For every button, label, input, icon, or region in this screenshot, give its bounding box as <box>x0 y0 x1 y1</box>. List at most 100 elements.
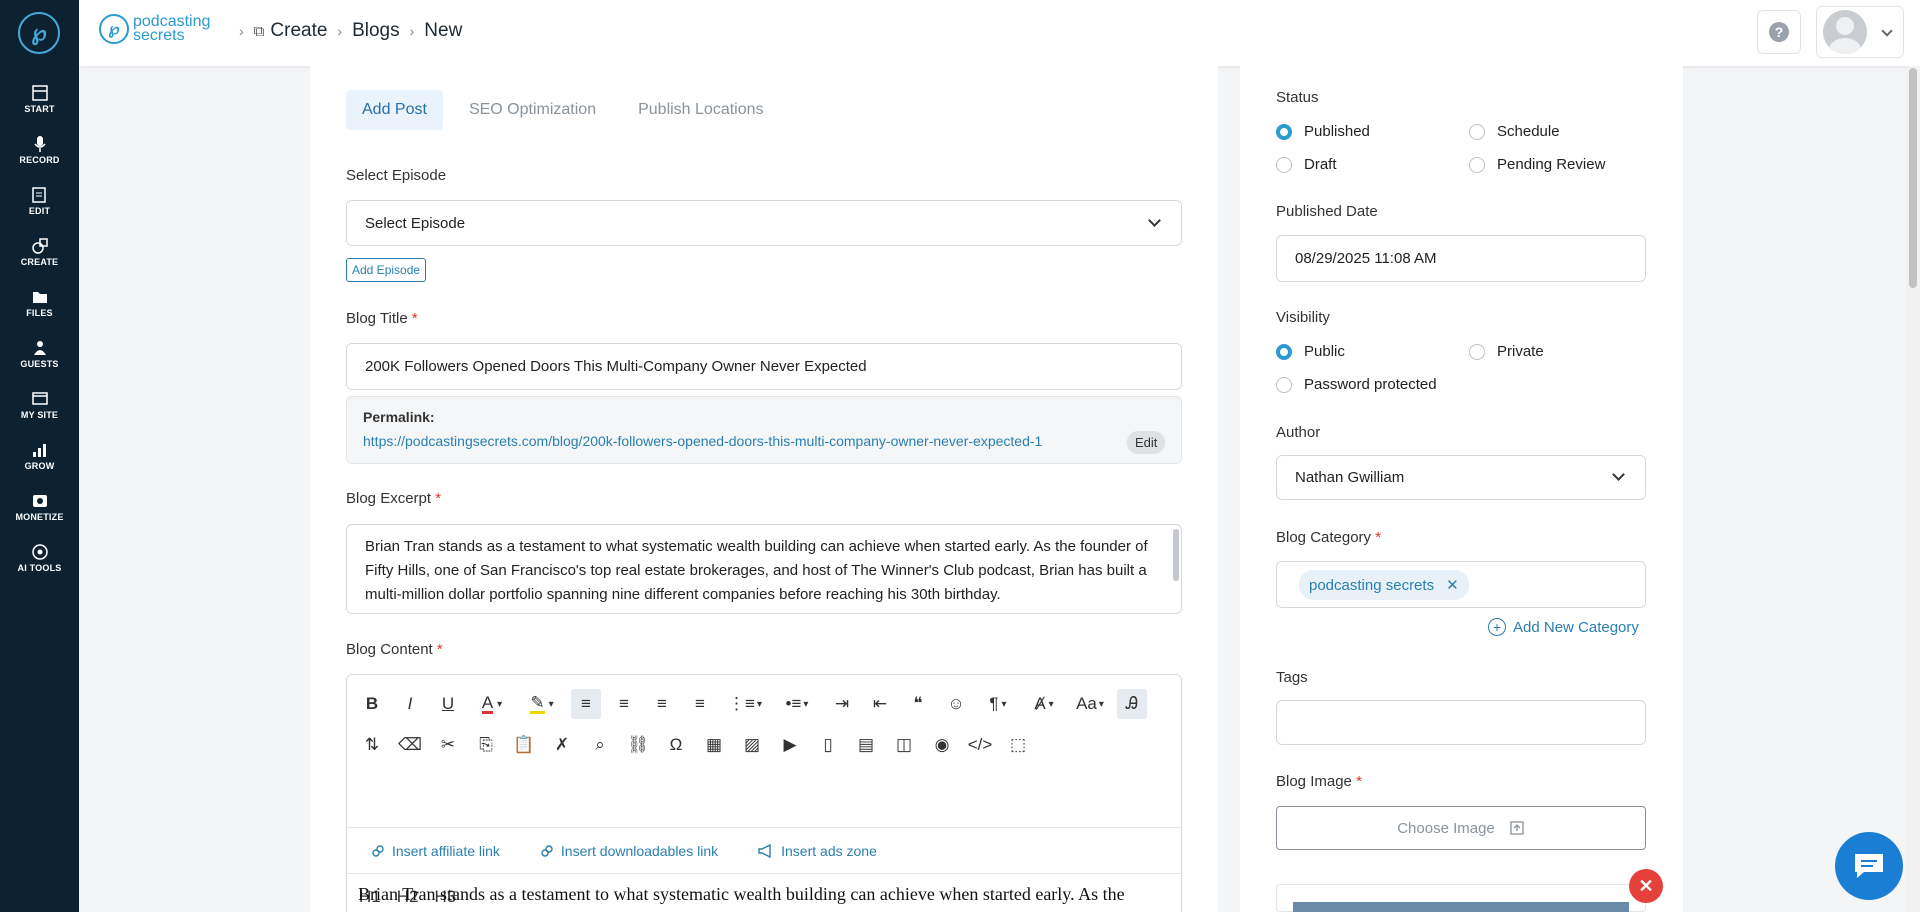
sidebar-item-mysite[interactable]: MY SITE <box>0 390 79 420</box>
bold-icon[interactable]: B <box>357 689 387 719</box>
user-menu-button[interactable] <box>1816 6 1904 58</box>
sidebar-item-create[interactable]: CREATE <box>0 237 79 267</box>
preview-eye-icon[interactable]: ◉ <box>927 730 957 760</box>
file-icon[interactable]: ▯ <box>813 730 843 760</box>
editor-insert-links: Insert affiliate link Insert downloadabl… <box>347 827 1181 873</box>
add-episode-button[interactable]: Add Episode <box>346 258 427 282</box>
paragraph-style-icon[interactable]: Ⱥ ▾ <box>1025 689 1063 719</box>
editor-toolbar-row-1: B I U A ▾ ✎ ▾ ≡ ≡ ≡ ≡ ⋮≡ ▾ •≡ ▾ ⇥ ⇤ ❝ ☺ ¶ ▾ Ⱥ… <box>357 689 1155 719</box>
embed-icon[interactable]: ◫ <box>889 730 919 760</box>
scrollbar-thumb[interactable] <box>1909 68 1917 288</box>
author-select[interactable]: Nathan Gwilliam <box>1276 455 1646 500</box>
search-icon[interactable]: ⌕ <box>585 730 615 760</box>
ai-tools-icon <box>31 544 48 560</box>
published-date-input[interactable]: 08/29/2025 11:08 AM <box>1276 235 1646 282</box>
font-size-icon[interactable]: Aa ▾ <box>1071 689 1109 719</box>
paste-icon[interactable]: 📋 <box>509 730 539 760</box>
video-icon[interactable]: ▶ <box>775 730 805 760</box>
episode-select[interactable]: Select Episode <box>346 200 1182 246</box>
clear-format-icon[interactable]: Ꭿ <box>1117 689 1147 719</box>
blog-title-input[interactable]: 200K Followers Opened Doors This Multi-C… <box>346 343 1182 390</box>
remove-format-icon[interactable]: ✗ <box>547 730 577 760</box>
outdent-icon[interactable]: ⇤ <box>865 689 895 719</box>
sidebar-item-label: GROW <box>24 461 55 471</box>
emoji-icon[interactable]: ☺ <box>941 689 971 719</box>
visibility-public-radio[interactable]: Public <box>1276 343 1345 360</box>
template-icon[interactable]: ▤ <box>851 730 881 760</box>
align-left-icon[interactable]: ≡ <box>571 689 601 719</box>
sidebar-item-label: EDIT <box>28 206 51 216</box>
help-button[interactable]: ? <box>1757 10 1801 54</box>
blog-excerpt-textarea[interactable]: Brian Tran stands as a testament to what… <box>346 524 1182 614</box>
code-view-icon[interactable]: </> <box>965 730 995 760</box>
insert-affiliate-link[interactable]: Insert affiliate link <box>371 843 500 859</box>
select-all-icon[interactable]: ⬚ <box>1003 730 1033 760</box>
copy-icon[interactable]: ⎘ <box>471 730 501 760</box>
breadcrumb-blogs[interactable]: Blogs <box>352 20 400 42</box>
sidebar-item-record[interactable]: RECORD <box>0 135 79 165</box>
category-tag: podcasting secrets ✕ <box>1299 570 1469 600</box>
bullet-list-icon[interactable]: •≡ ▾ <box>775 689 819 719</box>
breadcrumb: › ⧉ Create › Blogs › New <box>229 20 462 42</box>
rich-text-editor: B I U A ▾ ✎ ▾ ≡ ≡ ≡ ≡ ⋮≡ ▾ •≡ ▾ ⇥ ⇤ ❝ ☺ ¶ ▾ Ⱥ… <box>346 674 1182 912</box>
cut-icon[interactable]: ✂ <box>433 730 463 760</box>
sidebar-item-label: FILES <box>26 308 53 318</box>
tab-add-post[interactable]: Add Post <box>346 90 443 130</box>
sidebar-item-edit[interactable]: EDIT <box>0 186 79 216</box>
page-scrollbar[interactable] <box>1906 66 1920 912</box>
align-justify-icon[interactable]: ≡ <box>685 689 715 719</box>
sidebar-item-ai-tools[interactable]: AI TOOLS <box>0 543 79 573</box>
special-char-icon[interactable]: Ω <box>661 730 691 760</box>
tab-publish-locations[interactable]: Publish Locations <box>622 90 779 130</box>
insert-ads-zone[interactable]: Insert ads zone <box>758 843 877 859</box>
editor-content-text: Brian Tran stands as a testament to what… <box>358 884 1125 904</box>
plus-circle-icon: + <box>1488 618 1506 636</box>
insert-downloadables-link[interactable]: Insert downloadables link <box>540 843 718 859</box>
ordered-list-icon[interactable]: ⋮≡ ▾ <box>723 689 767 719</box>
table-icon[interactable]: ▦ <box>699 730 729 760</box>
link-icon[interactable]: ⛓ <box>623 730 653 760</box>
image-icon[interactable]: ▨ <box>737 730 767 760</box>
italic-icon[interactable]: I <box>395 689 425 719</box>
tab-seo-optimization[interactable]: SEO Optimization <box>453 90 612 130</box>
sidebar-item-guests[interactable]: GUESTS <box>0 339 79 369</box>
sidebar-item-grow[interactable]: GROW <box>0 441 79 471</box>
editor-content-area[interactable]: Brian Tran stands as a testament to what… <box>346 880 1182 908</box>
add-new-category-button[interactable]: + Add New Category <box>1488 618 1639 636</box>
chat-widget-button[interactable] <box>1835 832 1903 900</box>
underline-icon[interactable]: U <box>433 689 463 719</box>
close-icon[interactable]: ✕ <box>1446 576 1459 594</box>
permalink-url[interactable]: https://podcastingsecrets.com/blog/200k-… <box>363 433 1042 449</box>
status-draft-radio[interactable]: Draft <box>1276 156 1337 173</box>
blockquote-icon[interactable]: ❝ <box>903 689 933 719</box>
episode-select-value: Select Episode <box>365 214 466 232</box>
line-height-icon[interactable]: ⇅ <box>357 730 387 760</box>
brand-logo[interactable]: ℘ podcasting secrets <box>99 14 210 44</box>
status-published-radio[interactable]: Published <box>1276 123 1370 140</box>
sidebar: ℘ START RECORD EDIT CREATE FILES GUESTS … <box>0 0 79 912</box>
align-right-icon[interactable]: ≡ <box>647 689 677 719</box>
visibility-label: Visibility <box>1276 309 1330 326</box>
sidebar-item-label: RECORD <box>19 155 60 165</box>
top-header: ℘ podcasting secrets › ⧉ Create › Blogs … <box>79 0 1920 66</box>
remove-image-button[interactable]: ✕ <box>1629 869 1663 903</box>
indent-icon[interactable]: ⇥ <box>827 689 857 719</box>
visibility-private-radio[interactable]: Private <box>1469 343 1544 360</box>
sidebar-item-files[interactable]: FILES <box>0 288 79 318</box>
eraser-icon[interactable]: ⌫ <box>395 730 425 760</box>
highlight-color-icon[interactable]: ✎ ▾ <box>521 689 563 719</box>
breadcrumb-create[interactable]: Create <box>270 20 327 42</box>
choose-image-button[interactable]: Choose Image <box>1276 806 1646 850</box>
sidebar-item-start[interactable]: START <box>0 84 79 114</box>
permalink-edit-button[interactable]: Edit <box>1127 431 1166 454</box>
text-color-icon[interactable]: A ▾ <box>471 689 513 719</box>
status-pending-review-radio[interactable]: Pending Review <box>1469 156 1605 173</box>
align-center-icon[interactable]: ≡ <box>609 689 639 719</box>
status-schedule-radio[interactable]: Schedule <box>1469 123 1560 140</box>
sidebar-item-monetize[interactable]: MONETIZE <box>0 492 79 522</box>
visibility-password-radio[interactable]: Password protected <box>1276 376 1437 393</box>
excerpt-scrollbar[interactable] <box>1173 529 1179 581</box>
paragraph-format-icon[interactable]: ¶ ▾ <box>979 689 1017 719</box>
app-logo[interactable]: ℘ <box>18 12 60 54</box>
tags-input[interactable] <box>1276 700 1646 745</box>
